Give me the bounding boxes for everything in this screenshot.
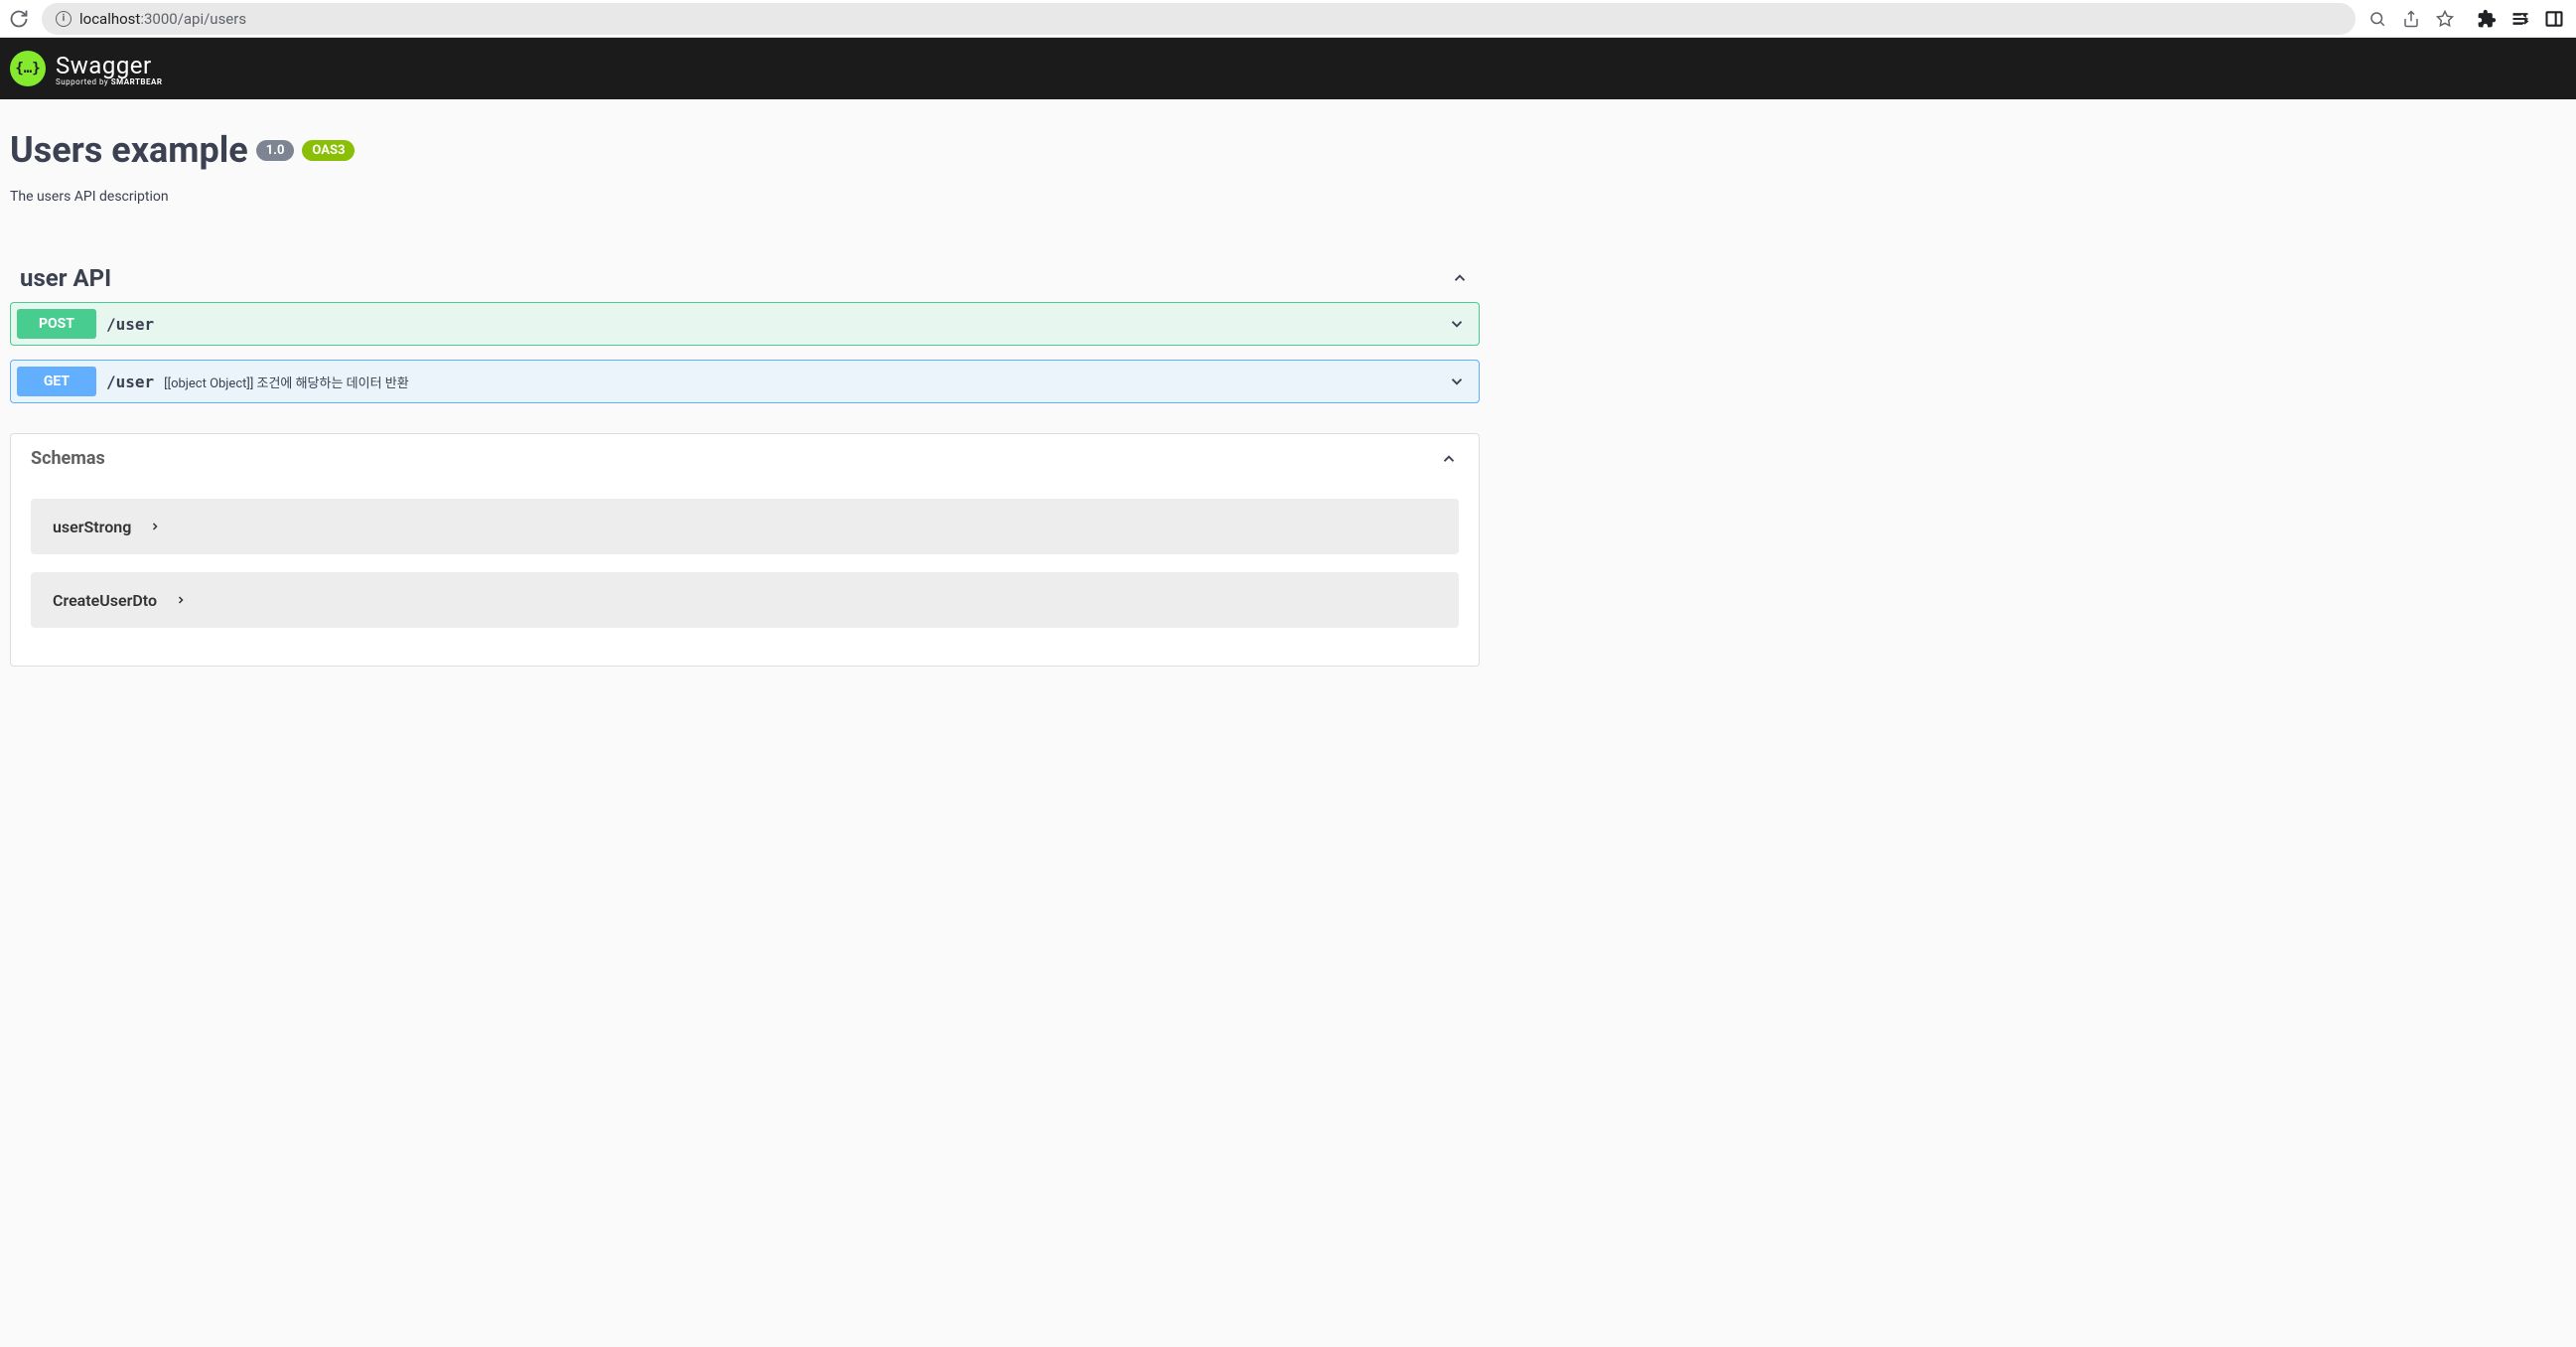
url-host: localhost: [79, 10, 140, 28]
reload-icon[interactable]: [8, 8, 30, 30]
chevron-down-icon: [1447, 372, 1467, 391]
schema-item-createuserdto[interactable]: CreateUserDto: [31, 572, 1459, 628]
chevron-up-icon: [1450, 268, 1470, 288]
browser-actions: [2367, 9, 2568, 29]
panel-icon[interactable]: [2544, 9, 2564, 29]
site-info-icon[interactable]: i: [56, 11, 72, 27]
url-text: localhost:3000/api/users: [79, 10, 246, 28]
extensions-icon[interactable]: [2477, 9, 2497, 29]
chevron-down-icon: [1447, 314, 1467, 334]
schemas-title: Schemas: [31, 448, 105, 469]
api-description: The users API description: [10, 189, 1480, 205]
version-badge: 1.0: [256, 140, 295, 161]
schema-name: userStrong: [53, 518, 131, 536]
api-title-row: Users example 1.0 OAS3: [10, 129, 1480, 171]
share-icon[interactable]: [2401, 9, 2421, 29]
tag-header[interactable]: user API: [10, 254, 1480, 302]
playlist-icon[interactable]: [2510, 9, 2530, 29]
star-icon[interactable]: [2435, 9, 2455, 29]
swagger-logo[interactable]: {…} Swagger Supported by SMARTBEAR: [10, 51, 163, 86]
operation-summary: [[object Object]] 조건에 해당하는 데이터 반환: [164, 373, 409, 391]
swagger-header: {…} Swagger Supported by SMARTBEAR: [0, 38, 2576, 99]
method-badge: GET: [17, 367, 96, 396]
method-badge: POST: [17, 309, 96, 339]
url-port: :3000: [140, 10, 177, 28]
url-bar[interactable]: i localhost:3000/api/users: [42, 3, 2356, 35]
oas-badge: OAS3: [302, 140, 355, 161]
tag-title: user API: [20, 264, 111, 292]
chevron-right-icon: [145, 517, 165, 536]
operation-get-user[interactable]: GET /user [[object Object]] 조건에 해당하는 데이터…: [10, 360, 1480, 403]
schema-item-userstrong[interactable]: userStrong: [31, 499, 1459, 554]
operation-post-user[interactable]: POST /user: [10, 302, 1480, 346]
browser-toolbar: i localhost:3000/api/users: [0, 0, 2576, 38]
schemas-body: userStrong CreateUserDto: [11, 483, 1479, 666]
operation-path: /user: [106, 373, 154, 391]
search-icon[interactable]: [2367, 9, 2387, 29]
operation-path: /user: [106, 315, 154, 334]
tag-section: user API POST /user GET /user [[object O…: [10, 254, 1480, 403]
schema-name: CreateUserDto: [53, 591, 157, 610]
swagger-logo-text: Swagger: [56, 52, 163, 79]
swagger-logo-icon: {…}: [10, 51, 46, 86]
chevron-right-icon: [171, 590, 191, 610]
chevron-up-icon: [1439, 449, 1459, 469]
schemas-section: Schemas userStrong CreateUserDto: [10, 433, 1480, 667]
schemas-header[interactable]: Schemas: [11, 434, 1479, 483]
swagger-logo-subtext: Supported by SMARTBEAR: [56, 77, 163, 86]
api-title: Users example: [10, 129, 248, 171]
main-content: Users example 1.0 OAS3 The users API des…: [0, 99, 1490, 686]
url-path: /api/users: [178, 10, 246, 28]
